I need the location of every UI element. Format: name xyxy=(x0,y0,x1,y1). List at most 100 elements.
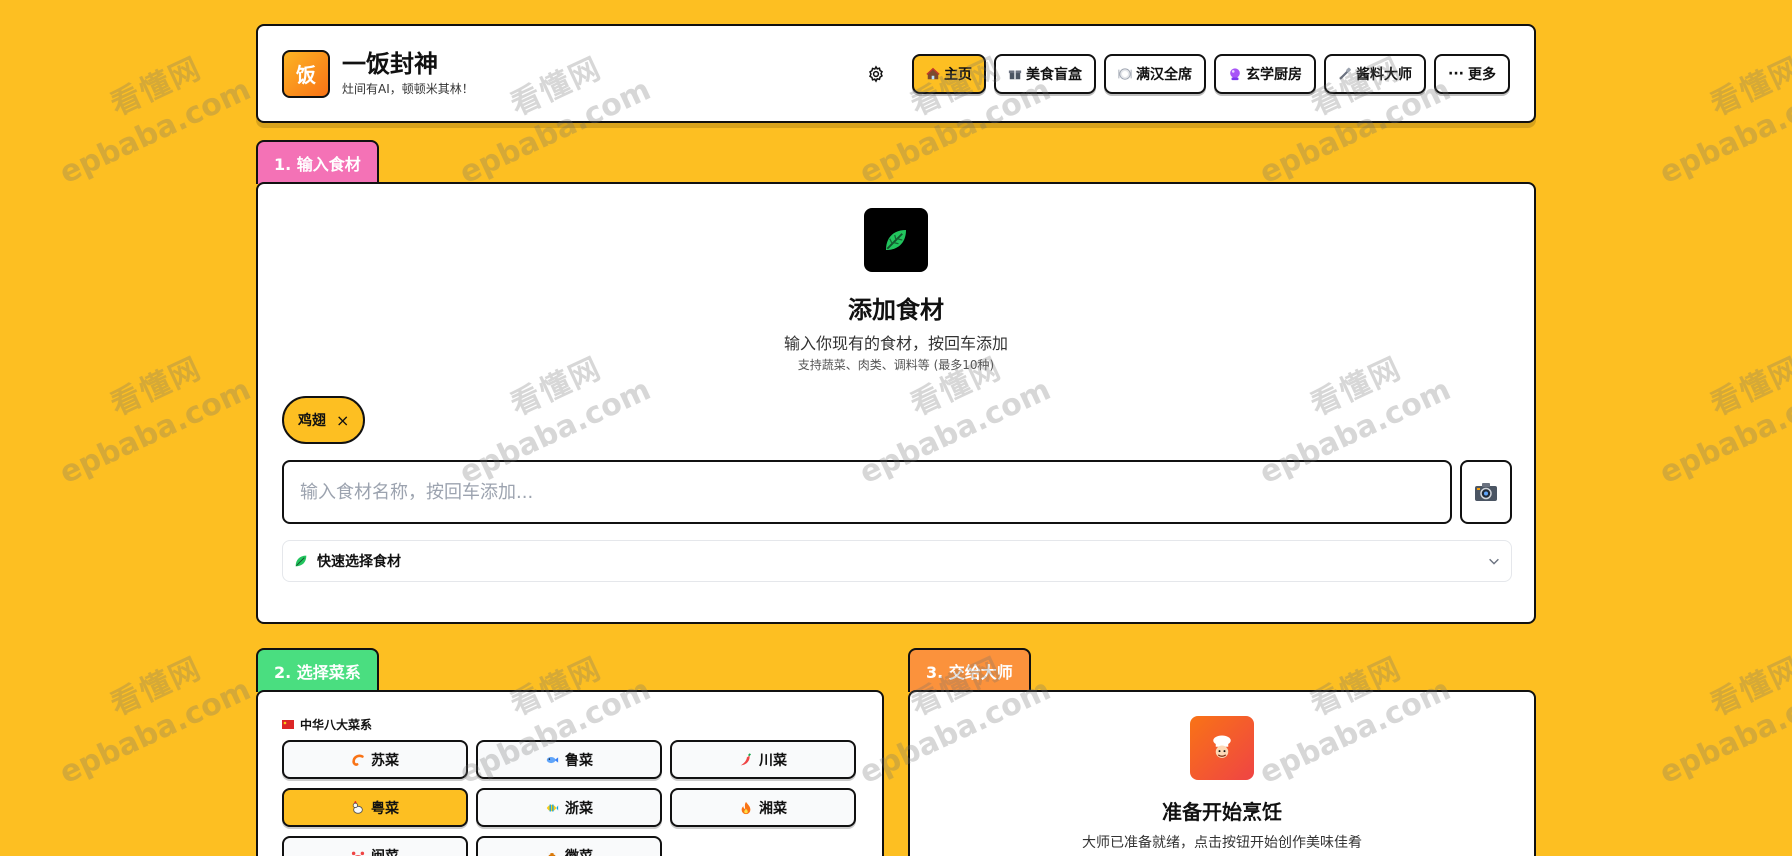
watermark-cn: 看懂网 xyxy=(105,350,208,424)
gift-box-icon xyxy=(1008,67,1022,81)
house-icon xyxy=(926,67,940,81)
watermark-en: epbaba.com xyxy=(1654,72,1792,192)
watermark: 看懂网 epbaba.com xyxy=(54,629,256,791)
section3-tab-label: 3. 交给大师 xyxy=(926,663,1013,682)
watermark-cn: 看懂网 xyxy=(105,650,208,724)
watermark-en: epbaba.com xyxy=(1654,372,1792,492)
leafy-green-icon xyxy=(295,555,307,567)
app-logo[interactable]: 饭 xyxy=(282,49,330,98)
cuisine-xiang[interactable]: 湘菜 xyxy=(670,788,856,827)
chevron-down-icon xyxy=(1489,558,1499,565)
watermark: 看懂网 epbaba.com xyxy=(1654,629,1792,791)
logo-char: 饭 xyxy=(296,63,316,87)
watermark-en: epbaba.com xyxy=(54,72,257,192)
watermark-cn: 看懂网 xyxy=(105,50,208,124)
app-header: 饭 一饭封神 灶间有AI，顿顿米其林！ 主页 美食盲盒 满汉全席 玄学厨房 酱料… xyxy=(256,24,1536,123)
chef-icon xyxy=(1213,735,1231,758)
nav-mystic-kitchen-label: 玄学厨房 xyxy=(1246,66,1303,83)
shrimp-icon xyxy=(352,754,364,766)
nav-more[interactable]: ··· 更多 xyxy=(1434,53,1510,94)
watermark-en: epbaba.com xyxy=(54,672,257,792)
nav-more-label: 更多 xyxy=(1468,66,1496,83)
cuisine-min-label: 闽菜 xyxy=(371,846,399,856)
cuisine-chuan-label: 川菜 xyxy=(759,752,787,769)
ingredient-chip: 鸡翅 × xyxy=(282,396,366,444)
ingredients-card: 添加食材 输入你现有的食材，按回车添加 支持蔬菜、肉类、调料等 (最多10种) … xyxy=(256,182,1536,624)
watermark: 看懂网 epbaba.com xyxy=(54,329,256,491)
more-icon: ··· xyxy=(1448,65,1464,82)
gear-icon xyxy=(869,64,883,83)
section1-tab-label: 1. 输入食材 xyxy=(274,155,361,174)
watermark: 看懂网 epbaba.com xyxy=(1654,329,1792,491)
crab-icon xyxy=(351,851,365,856)
section2-tab-label: 2. 选择菜系 xyxy=(274,663,361,682)
cuisine-hui[interactable]: 徽菜 xyxy=(476,836,662,856)
cuisine-yue[interactable]: 粤菜 xyxy=(282,788,468,827)
cuisine-yue-label: 粤菜 xyxy=(371,800,399,817)
nav-sauce-master[interactable]: 酱料大师 xyxy=(1324,53,1427,94)
app-subtitle: 灶间有AI，顿顿米其林！ xyxy=(342,82,474,97)
cuisine-card: 中华八大菜系 苏菜 鲁菜 川菜 粤菜 浙菜 湘菜 闽菜 xyxy=(256,690,884,856)
china-flag-icon xyxy=(282,720,294,729)
add-ingredients-hint: 支持蔬菜、肉类、调料等 (最多10种) xyxy=(797,358,995,372)
nav-full-banquet-label: 满汉全席 xyxy=(1136,66,1193,83)
add-ingredients-desc: 输入你现有的食材，按回车添加 xyxy=(783,334,1008,353)
cuisine-chuan[interactable]: 川菜 xyxy=(670,740,856,779)
master-card: 准备开始烹饪 大师已准备就绪，点击按钮开始创作美味佳肴 xyxy=(908,690,1536,856)
tropical-fish-icon xyxy=(546,804,559,811)
nav-food-blind-box[interactable]: 美食盲盒 xyxy=(994,53,1097,94)
camera-button[interactable] xyxy=(1460,460,1512,524)
watermark-cn: 看懂网 xyxy=(1705,650,1792,724)
tab-choose-cuisine: 2. 选择菜系 xyxy=(256,648,379,692)
nav-mystic-kitchen[interactable]: 玄学厨房 xyxy=(1214,53,1317,94)
watermark: 看懂网 epbaba.com xyxy=(54,29,256,191)
rooster-icon xyxy=(351,800,363,814)
settings-button[interactable] xyxy=(862,60,890,88)
ox-icon xyxy=(546,851,558,856)
ingredient-input[interactable] xyxy=(282,460,1452,524)
plate-icon xyxy=(1118,67,1132,81)
cuisine-grid: 苏菜 鲁菜 川菜 粤菜 浙菜 湘菜 闽菜 徽菜 xyxy=(282,740,856,856)
nav-home[interactable]: 主页 xyxy=(912,53,987,94)
camera-icon xyxy=(1475,483,1497,501)
nav-full-banquet[interactable]: 满汉全席 xyxy=(1104,53,1207,94)
cuisine-su-label: 苏菜 xyxy=(371,752,399,769)
cuisine-group-text: 中华八大菜系 xyxy=(300,718,373,732)
main-nav: 主页 美食盲盒 满汉全席 玄学厨房 酱料大师 ··· 更多 xyxy=(862,53,1510,94)
watermark-en: epbaba.com xyxy=(1654,672,1792,792)
nav-home-label: 主页 xyxy=(944,66,973,83)
watermark-cn: 看懂网 xyxy=(1705,50,1792,124)
remove-chip-close-icon[interactable]: × xyxy=(336,411,349,430)
cuisine-group-label: 中华八大菜系 xyxy=(282,716,372,733)
chili-icon xyxy=(740,752,751,765)
add-ingredients-title: 添加食材 xyxy=(848,296,944,324)
cuisine-xiang-label: 湘菜 xyxy=(759,800,787,817)
fire-icon xyxy=(741,801,751,814)
watermark: 看懂网 epbaba.com xyxy=(1654,29,1792,191)
cuisine-lu[interactable]: 鲁菜 xyxy=(476,740,662,779)
leafy-green-icon xyxy=(886,230,906,250)
cuisine-zhe-label: 浙菜 xyxy=(565,800,593,817)
quick-select-label: 快速选择食材 xyxy=(317,554,401,570)
cuisine-zhe[interactable]: 浙菜 xyxy=(476,788,662,827)
cuisine-hui-label: 徽菜 xyxy=(565,846,593,856)
cuisine-lu-label: 鲁菜 xyxy=(565,752,593,769)
fish-icon xyxy=(546,756,559,763)
tab-hand-to-master: 3. 交给大师 xyxy=(908,648,1031,692)
app-title: 一饭封神 xyxy=(342,49,438,78)
brand: 一饭封神 灶间有AI，顿顿米其林！ xyxy=(342,50,474,98)
nav-food-blind-box-label: 美食盲盒 xyxy=(1026,66,1083,83)
chef-badge xyxy=(1190,716,1254,780)
nav-sauce-master-label: 酱料大师 xyxy=(1356,66,1413,83)
sauce-icon xyxy=(1338,67,1352,81)
ready-to-cook-title: 准备开始烹饪 xyxy=(1162,800,1282,824)
ingredient-chip-label: 鸡翅 xyxy=(298,413,326,429)
quick-select-ingredients[interactable]: 快速选择食材 xyxy=(282,540,1512,582)
cuisine-min[interactable]: 闽菜 xyxy=(282,836,468,856)
ready-to-cook-desc: 大师已准备就绪，点击按钮开始创作美味佳肴 xyxy=(1082,835,1362,851)
leafy-green-badge xyxy=(864,208,928,272)
cuisine-su[interactable]: 苏菜 xyxy=(282,740,468,779)
crystal-ball-icon xyxy=(1228,67,1242,81)
watermark-en: epbaba.com xyxy=(54,372,257,492)
watermark-cn: 看懂网 xyxy=(1705,350,1792,424)
